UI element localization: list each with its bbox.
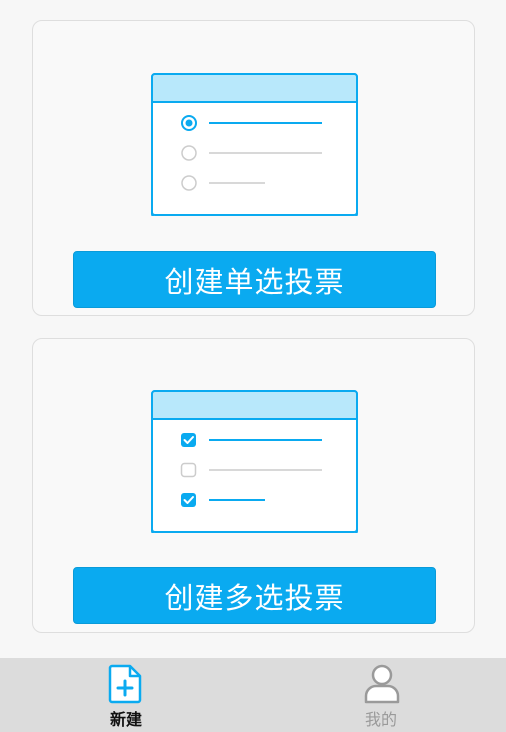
tab-new-label: 新建 — [109, 710, 142, 729]
new-document-plus-icon — [108, 664, 142, 704]
multiple-vote-card: 创建多选投票 — [32, 338, 475, 633]
create-single-vote-button[interactable]: 创建单选投票 — [73, 251, 436, 308]
tab-mine[interactable]: 我的 — [321, 658, 441, 732]
vote-create-page: 创建单选投票 创建多选投票 新建 我的 — [0, 0, 506, 732]
create-multiple-vote-button[interactable]: 创建多选投票 — [73, 567, 436, 624]
tab-mine-label: 我的 — [364, 710, 397, 729]
single-choice-list-icon — [151, 73, 358, 216]
tab-new[interactable]: 新建 — [66, 658, 186, 732]
multiple-choice-list-icon — [151, 390, 358, 533]
single-vote-card: 创建单选投票 — [32, 20, 475, 316]
bottom-tab-bar: 新建 我的 — [0, 658, 506, 732]
user-profile-icon — [364, 664, 400, 704]
